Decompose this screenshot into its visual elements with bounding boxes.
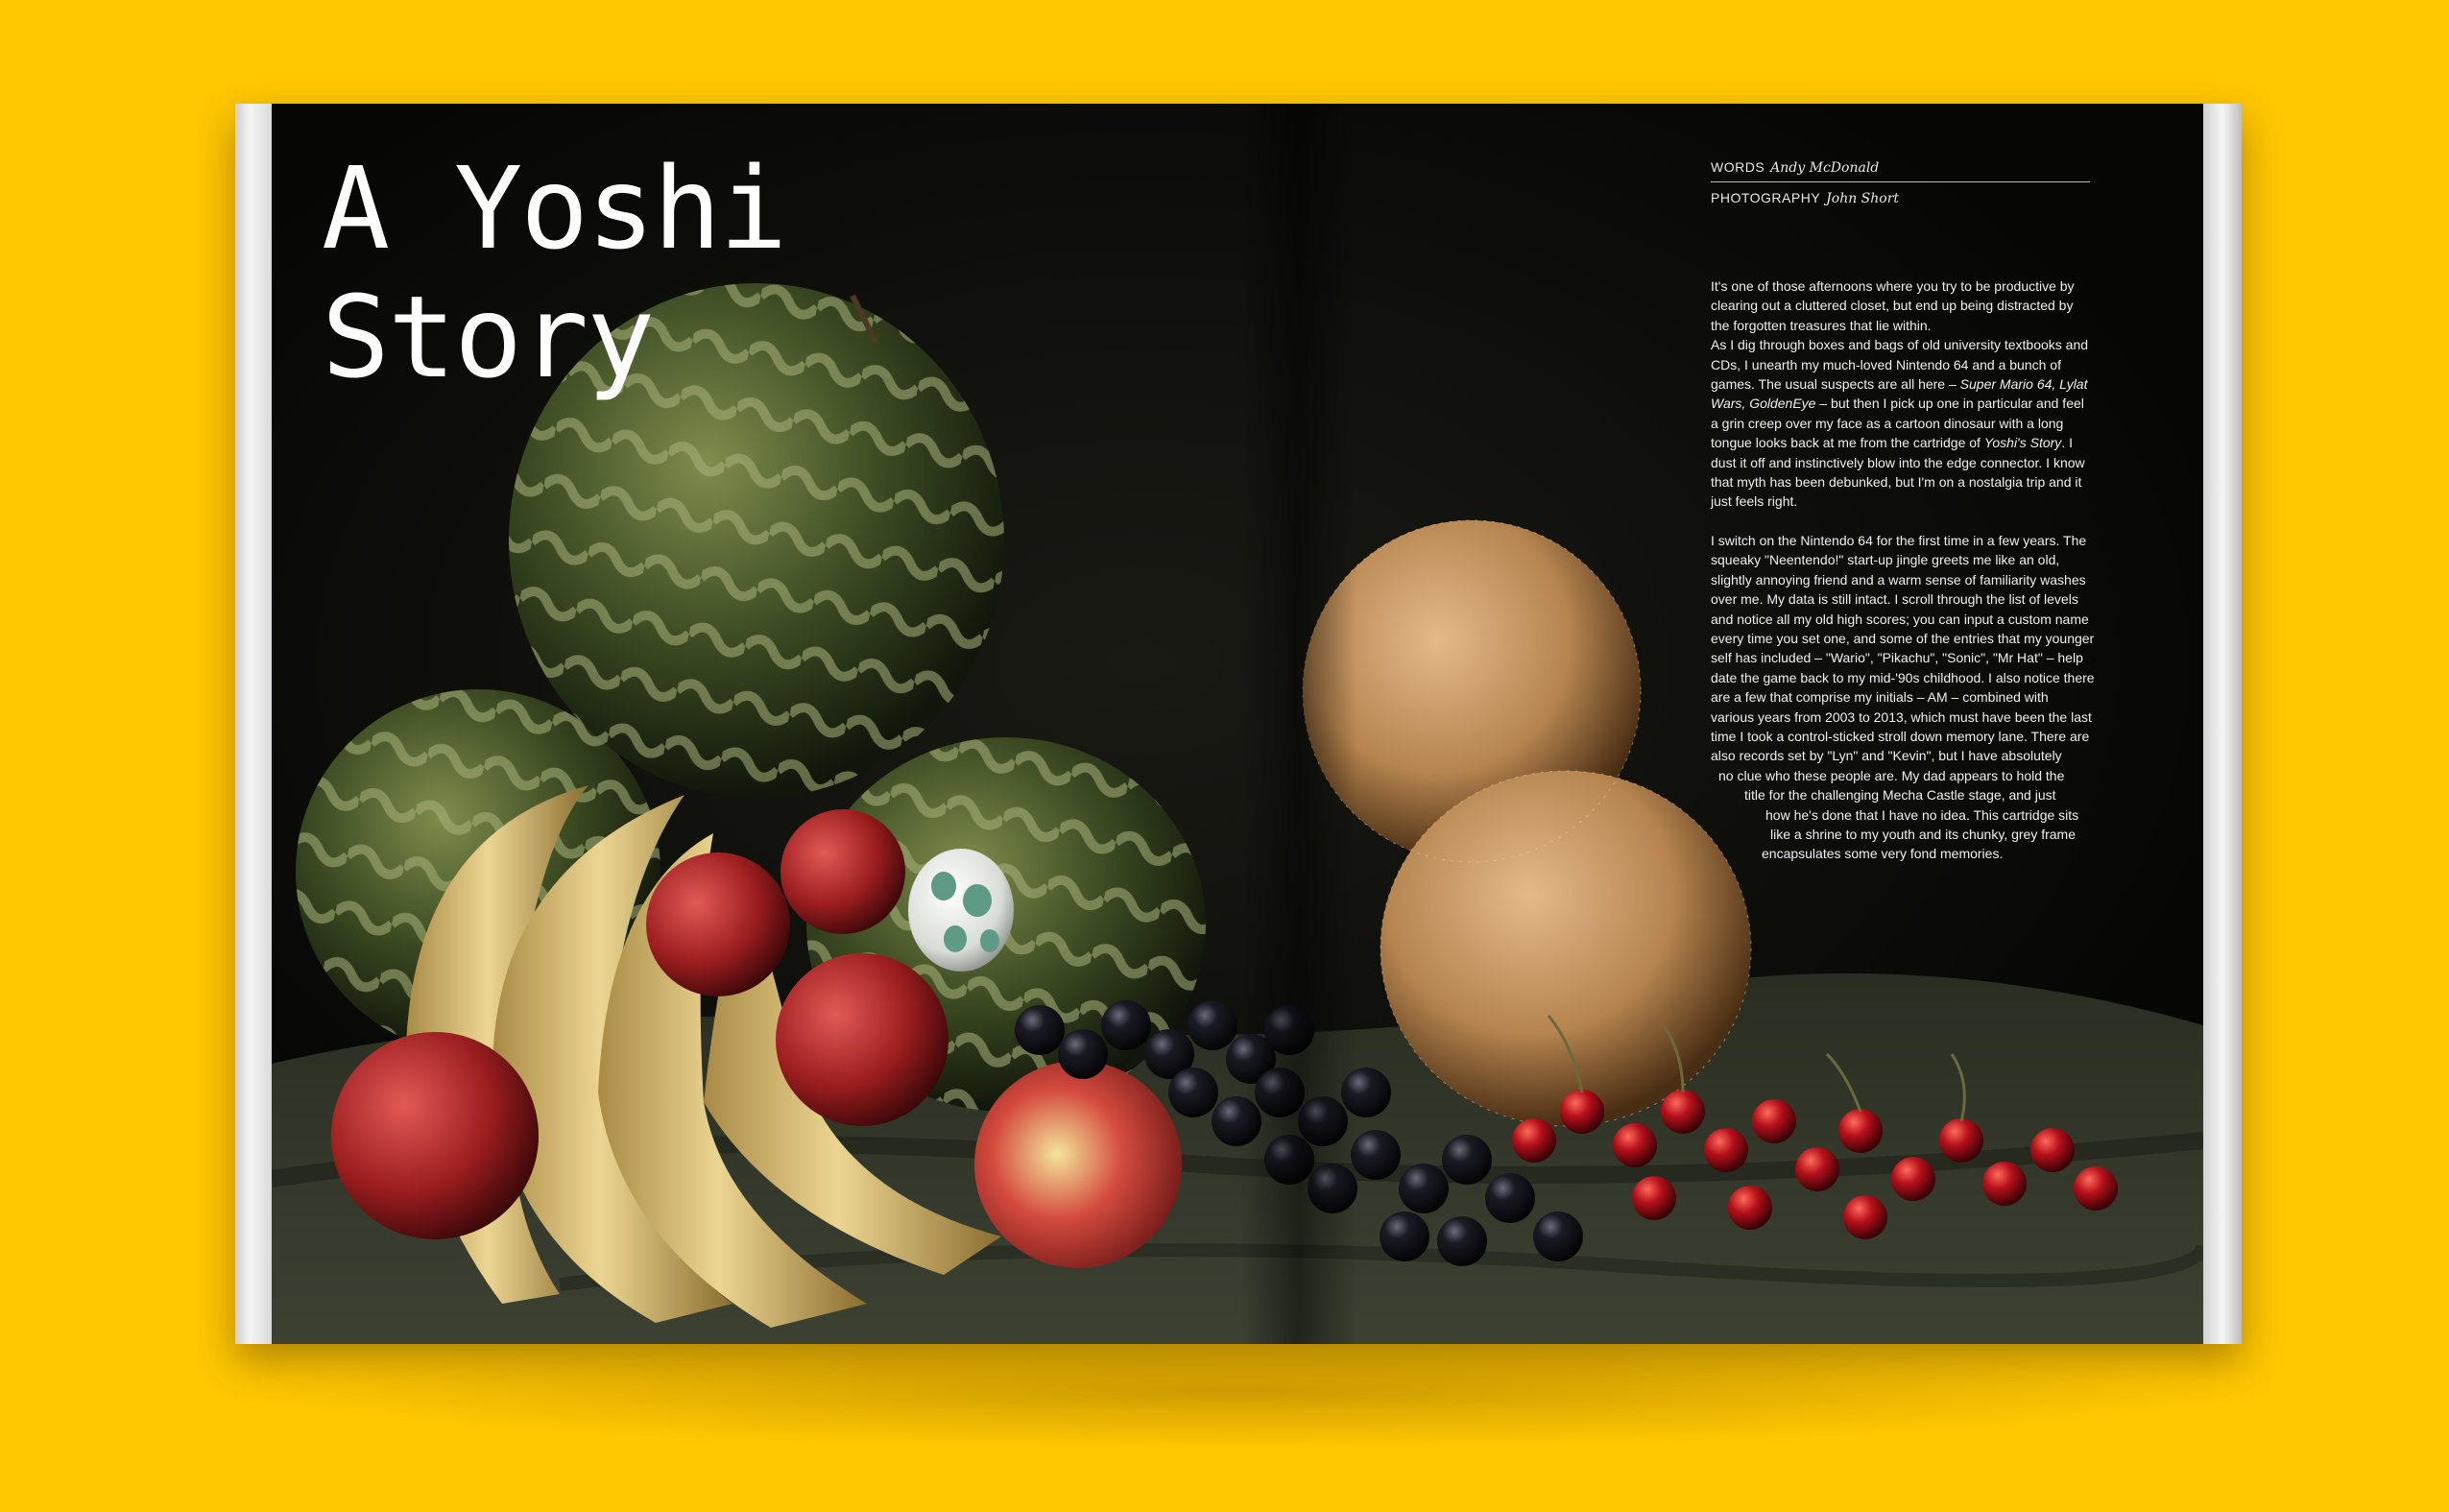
para2-line-4: like a shrine to my youth and its chunky…: [1770, 826, 2076, 842]
photography-label: PHOTOGRAPHY: [1711, 190, 1821, 205]
words-author: Andy McDonald: [1770, 160, 1880, 176]
spread-gutter: [1241, 104, 1357, 1344]
para2-line-3: how he's done that I have no idea. This …: [1765, 806, 2079, 823]
magazine-shadow: [240, 1334, 2237, 1450]
left-page-edge: [235, 104, 272, 1344]
paragraph-2: I switch on the Nintendo 64 for the firs…: [1711, 531, 2095, 766]
para2-line-1: no clue who these people are. My dad app…: [1718, 767, 2065, 783]
words-credit: WORDS Andy McDonald: [1711, 152, 2090, 182]
para2-line-5: encapsulates some very fond memories.: [1762, 846, 2004, 862]
para1-text-a: It's one of those afternoons where you t…: [1711, 278, 2089, 393]
headline-line-1: A Yoshi: [322, 142, 787, 275]
photography-author: John Short: [1826, 191, 1900, 206]
article-headline: A Yoshi Story: [322, 142, 787, 403]
credits-block: WORDS Andy McDonald PHOTOGRAPHY John Short: [1711, 152, 2090, 212]
photography-credit: PHOTOGRAPHY John Short: [1711, 182, 2090, 212]
paragraph-1: It's one of those afternoons where you t…: [1711, 276, 2095, 512]
magazine-spread: A Yoshi Story WORDS Andy McDonald PHOTOGR…: [235, 104, 2242, 1344]
words-label: WORDS: [1711, 159, 1765, 175]
para1-cartridge: Yoshi's Story: [1983, 435, 2062, 451]
article-body: It's one of those afternoons where you t…: [1711, 276, 2095, 864]
right-page-edge: [2203, 104, 2242, 1344]
para2-main: I switch on the Nintendo 64 for the firs…: [1711, 532, 2095, 764]
headline-line-2: Story: [322, 271, 655, 403]
para2-line-2: title for the challenging Mecha Castle s…: [1744, 787, 2056, 804]
